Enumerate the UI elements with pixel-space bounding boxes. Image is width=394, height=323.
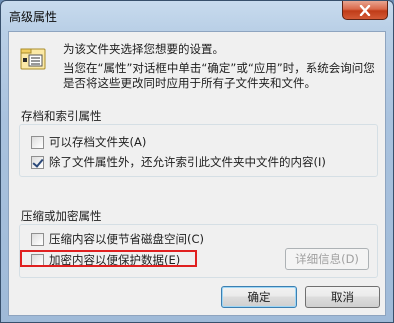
- compress-checkbox-label: 压缩内容以便节省磁盘空间(C): [49, 232, 205, 246]
- ok-button[interactable]: 确定: [221, 286, 297, 308]
- index-checkbox-row[interactable]: 除了文件属性外，还允许索引此文件夹中文件的内容(I): [31, 154, 326, 170]
- details-button[interactable]: 详细信息(D): [285, 248, 369, 270]
- dialog-content: 为该文件夹选择您想要的设置。 当您在“属性”对话框中单击“确定”或“应用”时，系…: [8, 31, 386, 316]
- dialog-window: 高级属性 为该文件夹选择您想要的设置。 当您在“属性”对话框中单击“确定”或“应…: [0, 0, 394, 323]
- folder-properties-icon: [20, 48, 46, 70]
- compress-checkbox-row[interactable]: 压缩内容以便节省磁盘空间(C): [31, 231, 204, 247]
- cancel-button[interactable]: 取消: [305, 286, 380, 308]
- compress-group-label: 压缩或加密属性: [21, 209, 102, 223]
- title-bar[interactable]: 高级属性: [1, 1, 393, 31]
- archive-checkbox-row[interactable]: 可以存档文件夹(A): [31, 134, 146, 150]
- close-button[interactable]: [342, 1, 388, 20]
- description-text: 为该文件夹选择您想要的设置。 当您在“属性”对话框中单击“确定”或“应用”时，系…: [63, 42, 383, 91]
- window-title: 高级属性: [9, 10, 58, 24]
- compress-checkbox[interactable]: [31, 232, 44, 246]
- archive-group-label: 存档和索引属性: [21, 109, 102, 123]
- description-line-2: 当您在“属性”对话框中单击“确定”或“应用”时，系统会询问您是否将这些更改同时应…: [63, 61, 375, 90]
- index-checkbox[interactable]: [31, 155, 44, 169]
- description-line-1: 为该文件夹选择您想要的设置。: [63, 42, 224, 56]
- archive-checkbox-label: 可以存档文件夹(A): [49, 135, 147, 149]
- encrypt-highlight-annotation: [20, 250, 197, 267]
- index-checkbox-label: 除了文件属性外，还允许索引此文件夹中文件的内容(I): [49, 155, 326, 169]
- close-icon: [359, 4, 371, 16]
- archive-checkbox[interactable]: [31, 135, 44, 149]
